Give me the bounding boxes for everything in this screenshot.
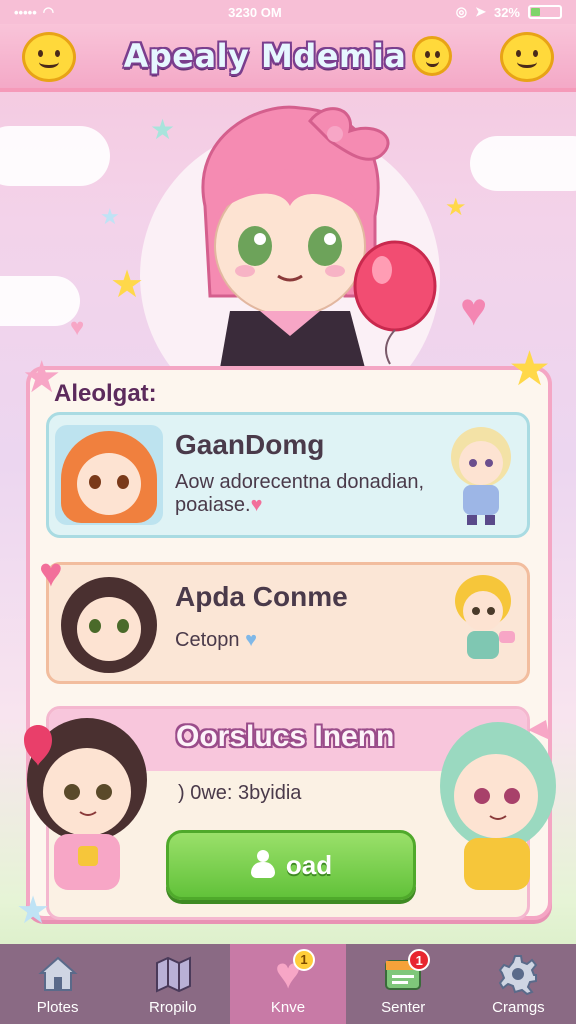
card-title: Apda Conme (175, 581, 348, 612)
avatar (55, 425, 163, 525)
card-subtitle-text: Cetopn (175, 629, 240, 651)
status-right: ◎ ➤ 32% (456, 4, 562, 20)
cloud-shape (0, 126, 110, 186)
status-left: ••••• ◠ (14, 4, 54, 20)
notification-badge: 1 (293, 949, 315, 971)
nav-item-plotes[interactable]: Plotes (0, 944, 115, 1024)
nav-item-knve[interactable]: ♥ 1 Knve (230, 944, 346, 1024)
heart-icon: ♥ (460, 283, 488, 335)
star-icon: ★ (445, 194, 467, 221)
list-item[interactable]: GaanDomg Aow adorecentna donadian, poaia… (46, 412, 530, 538)
card-subtitle: Cetopn ♥ (175, 629, 257, 652)
panel-heading: Aleolgat: (54, 380, 157, 407)
cloud-shape (470, 136, 576, 191)
heart-icon: ♥ 1 (267, 949, 315, 996)
nav-item-rropilo[interactable]: Rropilo (115, 944, 230, 1024)
heart-icon: ♥ (70, 314, 85, 341)
card-subtitle-line: poaiase. (175, 494, 251, 516)
card-subtitle-line: Aow adorecentna donadian, (175, 471, 425, 493)
nav-label: Rropilo (149, 999, 197, 1016)
card-subtitle: Aow adorecentna donadian, poaiase.♥ (175, 471, 424, 517)
nav-label: Senter (381, 999, 426, 1016)
nav-label: Cramgs (492, 999, 545, 1016)
calendar-icon: 1 (382, 949, 431, 995)
hero-scene: ★ ★ ★ ★ ♥ ♥ (0, 96, 576, 368)
star-icon: ★ (110, 264, 145, 306)
signal-icon: ••••• (14, 4, 37, 20)
smiley-icon (412, 36, 453, 76)
star-icon: ★ (16, 890, 51, 932)
heart-icon: ♥ (39, 551, 63, 595)
cloud-shape (0, 276, 80, 326)
nav-item-senter[interactable]: 1 Senter (346, 944, 461, 1024)
app-title: Apealy Mdemia (123, 37, 407, 75)
avatar (57, 573, 161, 677)
character-avatar (451, 427, 511, 525)
heart-icon: ♥ (250, 494, 263, 516)
app-header: Apealy Mdemia (0, 24, 576, 92)
load-button-label: oad (285, 849, 333, 880)
bottom-nav: Plotes Rropilo ♥ 1 Knve 1 Senter Cramgs (0, 944, 576, 1024)
card-subtitle: ) 0we: 3byidia (178, 782, 302, 804)
load-button[interactable]: oad (166, 830, 416, 900)
status-time: 3230 OM (228, 4, 282, 20)
balloon-icon (353, 240, 437, 365)
star-icon: ★ (508, 343, 552, 396)
nav-item-cramgs[interactable]: Cramgs (461, 944, 576, 1024)
gear-icon (499, 955, 538, 995)
heart-icon: ♥ (245, 629, 257, 651)
map-icon (155, 956, 191, 993)
list-item[interactable]: ♥ Apda Conme Cetopn ♥ (39, 551, 530, 684)
left-mascot-icon[interactable] (22, 32, 76, 82)
nav-label: Plotes (36, 999, 79, 1016)
battery-icon (528, 5, 562, 19)
card-title: GaanDomg (175, 429, 325, 460)
card-title: Oorslucs Inenn (176, 720, 395, 753)
person-icon (250, 850, 276, 880)
status-bar: ••••• ◠ 3230 OM ◎ ➤ 32% (0, 0, 576, 24)
right-mascot-icon[interactable] (500, 32, 554, 82)
alarm-icon: ◎ (455, 4, 468, 19)
character-illustration (440, 720, 556, 890)
battery-percent: 32% (493, 4, 520, 20)
notification-badge: 1 (408, 949, 431, 971)
star-icon: ★ (100, 204, 120, 229)
wifi-icon: ◠ (42, 4, 55, 19)
character-avatar (455, 575, 515, 659)
character-illustration (24, 718, 147, 890)
location-icon: ➤ (475, 4, 486, 19)
nav-label: Knve (270, 999, 306, 1016)
house-icon (37, 956, 78, 991)
